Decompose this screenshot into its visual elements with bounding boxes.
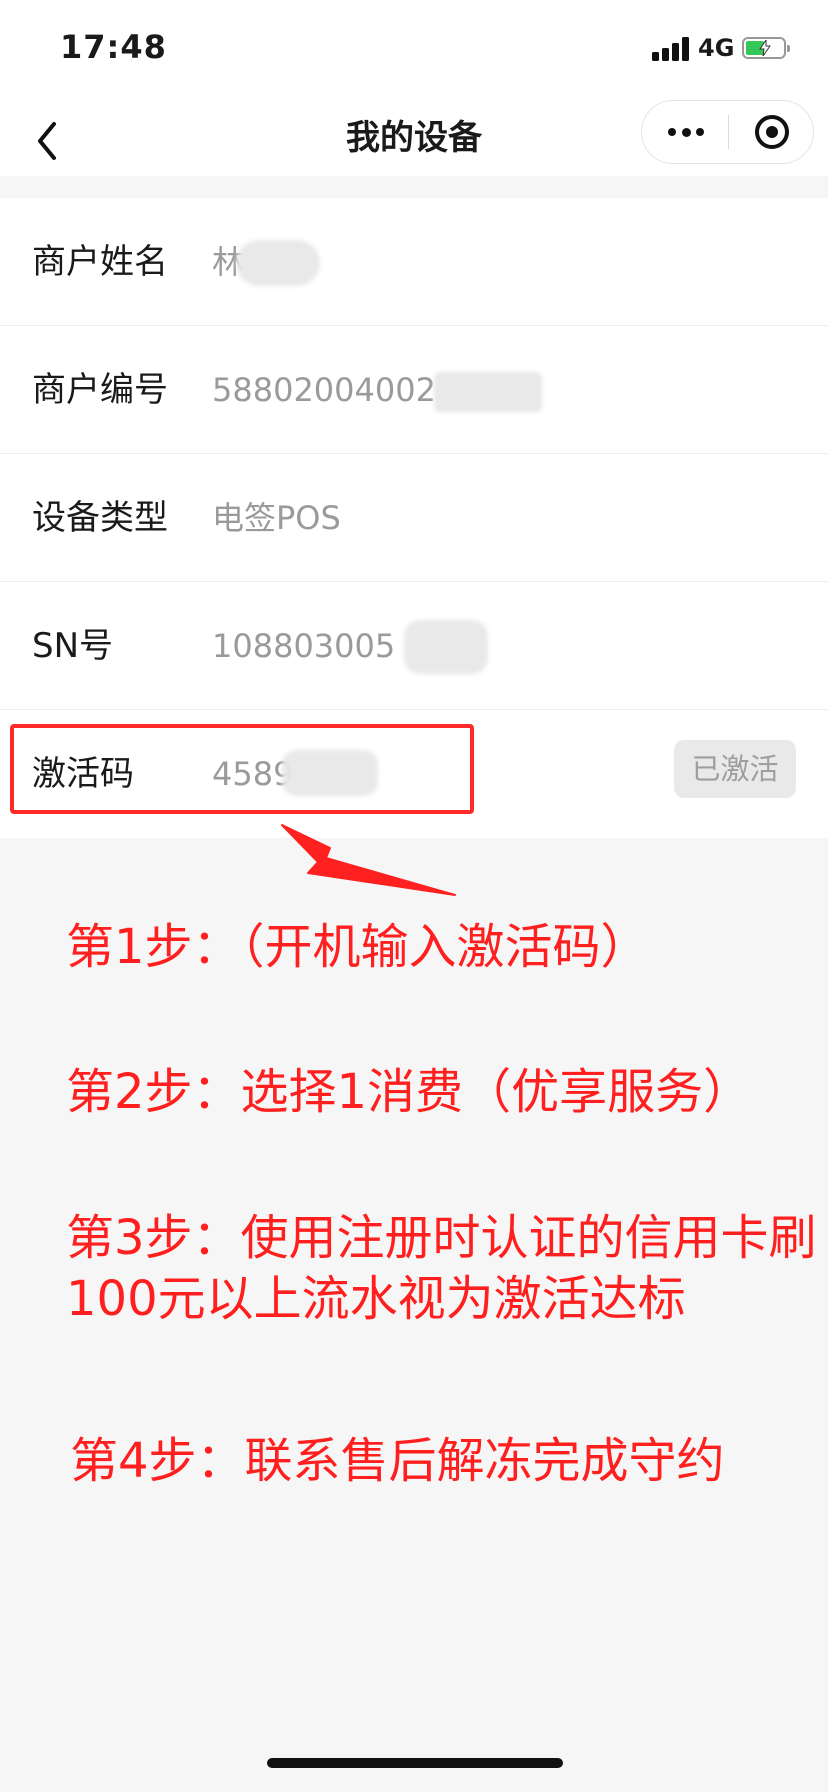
- row-label: 商户姓名: [32, 242, 168, 282]
- row-label: 设备类型: [32, 498, 168, 538]
- status-bar: 17:48 4G: [0, 0, 828, 100]
- more-dots-icon: [668, 127, 704, 137]
- row-label: 商户编号: [32, 370, 168, 410]
- row-value: 电签POS: [212, 499, 341, 537]
- home-indicator[interactable]: [267, 1758, 563, 1768]
- target-icon: [755, 115, 789, 149]
- status-time: 17:48: [60, 28, 167, 66]
- highlight-box: [10, 724, 474, 814]
- signal-icon: [652, 37, 690, 61]
- sn-row: SN号 108803005: [0, 582, 828, 710]
- device-type-row: 设备类型 电签POS: [0, 454, 828, 582]
- redaction-blur: [404, 620, 488, 674]
- redaction-blur: [236, 240, 320, 286]
- redaction-blur: [434, 372, 542, 412]
- more-button[interactable]: [642, 101, 728, 163]
- step-1-text: 第1步：（开机输入激活码）: [66, 919, 649, 975]
- activated-status-button[interactable]: 已激活: [674, 740, 796, 798]
- miniprogram-capsule: [641, 100, 814, 164]
- step-3-text-line2: 100元以上流水视为激活达标: [66, 1271, 686, 1327]
- step-4-text: 第4步：联系售后解冻完成守约: [70, 1433, 725, 1489]
- close-miniprogram-button[interactable]: [729, 101, 815, 163]
- step-2-text: 第2步：选择1消费（优享服务）: [66, 1064, 752, 1120]
- battery-charging-icon: [742, 37, 790, 59]
- merchant-id-row: 商户编号 58802004002: [0, 326, 828, 454]
- row-label: SN号: [32, 626, 114, 666]
- row-value: 108803005: [212, 627, 396, 665]
- network-type: 4G: [698, 34, 735, 62]
- merchant-name-row: 商户姓名 林: [0, 198, 828, 326]
- nav-bar: 我的设备: [0, 100, 828, 176]
- step-3-text-line1: 第3步：使用注册时认证的信用卡刷: [66, 1210, 817, 1266]
- row-value: 58802004002: [212, 371, 436, 409]
